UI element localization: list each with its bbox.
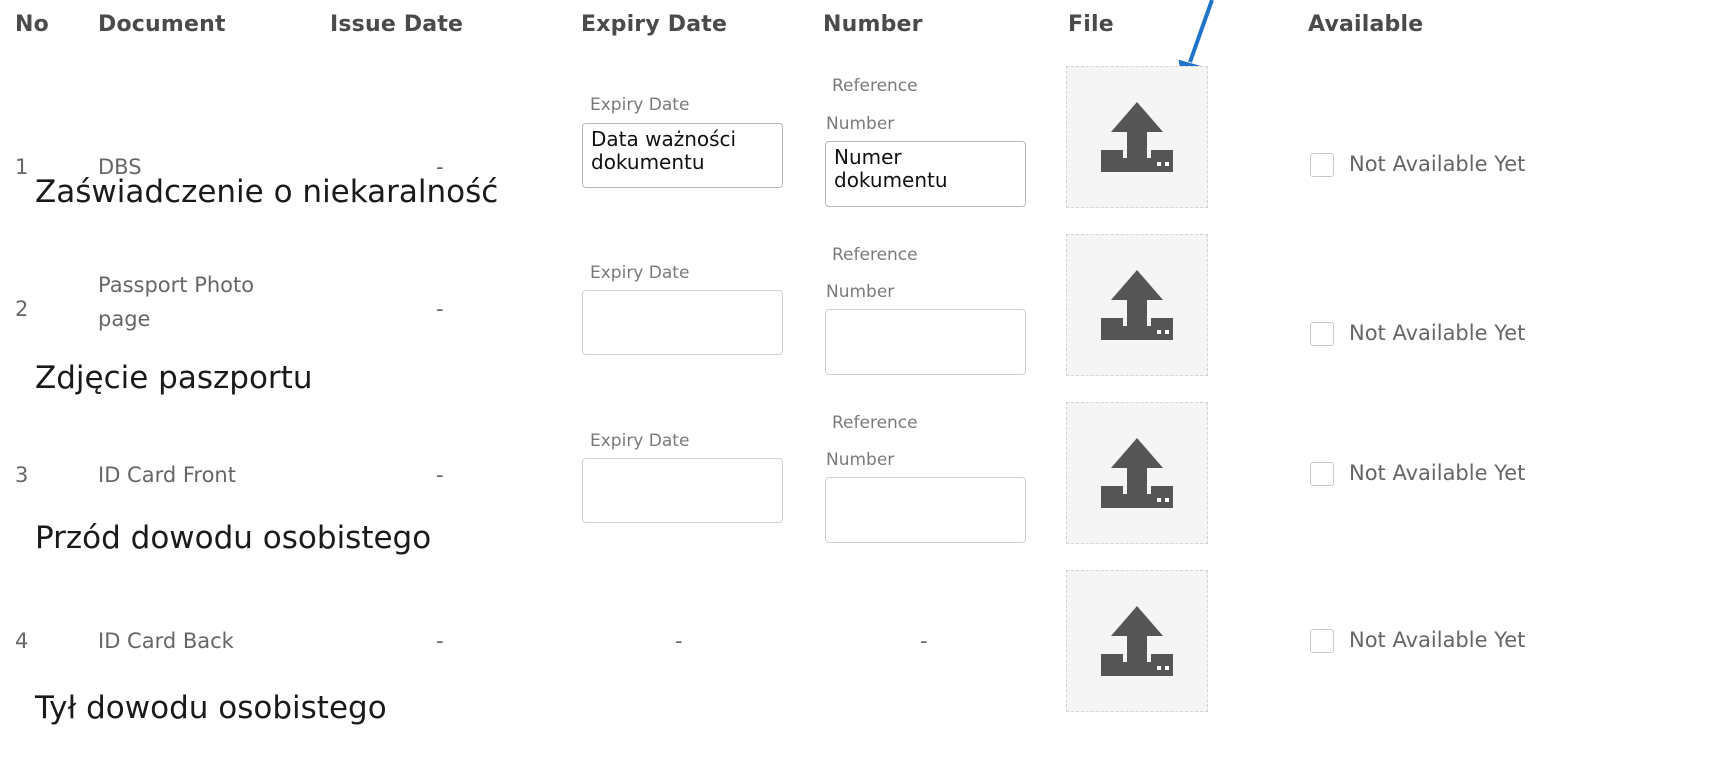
number-label: Number	[826, 114, 895, 134]
document-name: ID Card Front	[98, 463, 236, 487]
number-label: Number	[826, 450, 895, 470]
reference-number-value: Numer dokumentu	[834, 145, 948, 192]
reference-label: Reference	[832, 76, 918, 96]
available-checkbox[interactable]	[1310, 153, 1334, 177]
available-checkbox[interactable]	[1310, 462, 1334, 486]
number-label: Number	[826, 282, 895, 302]
document-name: Passport Photo	[98, 273, 255, 297]
document-name: ID Card Back	[98, 629, 234, 653]
available-label: Not Available Yet	[1349, 152, 1526, 176]
row-number: 4	[15, 629, 29, 653]
row-number: 2	[15, 297, 29, 321]
header-document: Document	[98, 12, 226, 37]
available-label: Not Available Yet	[1349, 321, 1526, 345]
available-checkbox[interactable]	[1310, 322, 1334, 346]
document-translation: Tył dowodu osobistego	[35, 690, 387, 726]
upload-icon	[1101, 270, 1173, 340]
expiry-date: -	[675, 629, 683, 653]
upload-icon	[1101, 606, 1173, 676]
header-number: Number	[823, 12, 923, 37]
expiry-date-label: Expiry Date	[590, 263, 690, 283]
expiry-date-value	[583, 459, 782, 467]
header-expiry-date: Expiry Date	[581, 12, 728, 37]
header-issue-date: Issue Date	[330, 12, 464, 37]
expiry-date-value: Data ważności dokumentu	[591, 127, 737, 174]
header-file: File	[1068, 12, 1114, 37]
header-available: Available	[1308, 12, 1424, 37]
header-no: No	[15, 12, 49, 37]
available-checkbox[interactable]	[1310, 629, 1334, 653]
reference-number-input[interactable]	[825, 309, 1026, 375]
issue-date: -	[436, 629, 444, 653]
document-name-continued: page	[98, 307, 151, 331]
file-upload-button[interactable]	[1066, 66, 1208, 208]
expiry-date-value	[583, 291, 782, 299]
reference-number-value	[826, 310, 1025, 318]
expiry-date-input[interactable]	[582, 458, 783, 523]
available-label: Not Available Yet	[1349, 628, 1526, 652]
reference-number-value	[826, 478, 1025, 486]
upload-icon	[1101, 102, 1173, 172]
issue-date: -	[436, 297, 444, 321]
reference-number-input[interactable]	[825, 477, 1026, 543]
document-translation: Zdjęcie paszportu	[35, 360, 313, 396]
row-number: 1	[15, 155, 29, 179]
available-label: Not Available Yet	[1349, 461, 1526, 485]
document-translation: Zaświadczenie o niekaralność	[35, 174, 499, 210]
issue-date: -	[436, 463, 444, 487]
reference-number-input[interactable]: Numer dokumentu	[825, 141, 1026, 207]
expiry-date-label: Expiry Date	[590, 431, 690, 451]
expiry-date-input[interactable]	[582, 290, 783, 355]
file-upload-button[interactable]	[1066, 402, 1208, 544]
expiry-date-input[interactable]: Data ważności dokumentu	[582, 123, 783, 188]
document-translation: Przód dowodu osobistego	[35, 520, 432, 556]
file-upload-button[interactable]	[1066, 234, 1208, 376]
expiry-date-label: Expiry Date	[590, 95, 690, 115]
reference-label: Reference	[832, 413, 918, 433]
row-number: 3	[15, 463, 29, 487]
upload-icon	[1101, 438, 1173, 508]
file-upload-button[interactable]	[1066, 570, 1208, 712]
reference-number: -	[920, 629, 928, 653]
reference-label: Reference	[832, 245, 918, 265]
